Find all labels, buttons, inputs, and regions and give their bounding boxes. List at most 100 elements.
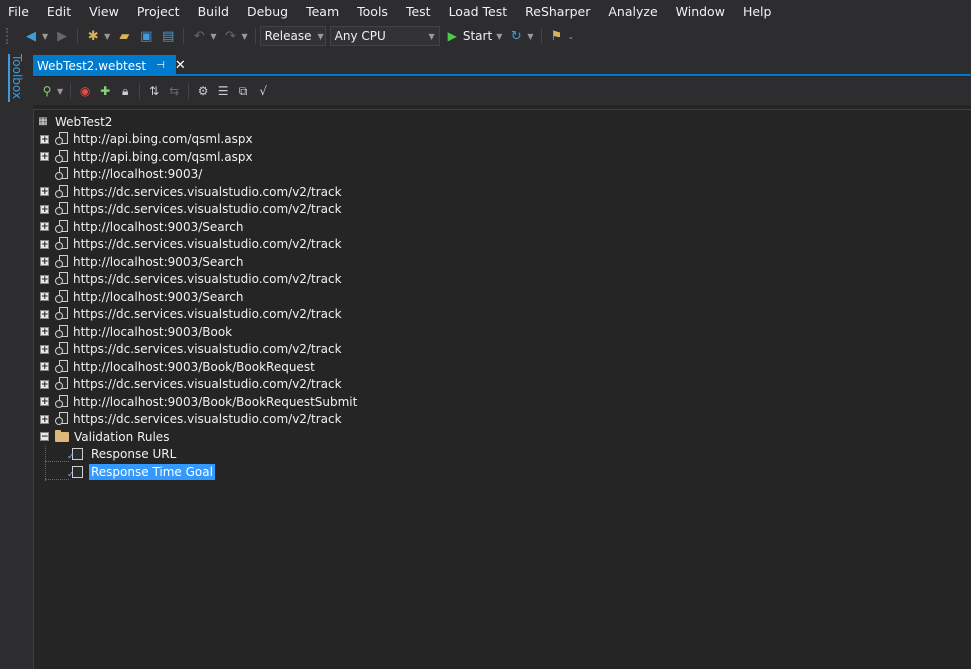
parameterize-servers-icon[interactable]: ⇅ [144, 81, 164, 101]
menu-load-test[interactable]: Load Test [440, 0, 517, 24]
menu-tools[interactable]: Tools [348, 0, 397, 24]
refresh-icon[interactable]: ↻ [505, 26, 527, 46]
chevron-down-icon[interactable]: ▼ [42, 32, 48, 41]
tree-row[interactable]: + http://localhost:9003/Book [34, 323, 357, 341]
close-icon[interactable]: ✕ [175, 58, 186, 73]
tree-row[interactable]: + https://dc.services.visualstudio.com/v2… [34, 236, 357, 254]
expand-icon[interactable]: + [40, 152, 49, 162]
web-request-icon [55, 167, 68, 181]
menu-build[interactable]: Build [189, 0, 238, 24]
web-request-icon [55, 359, 68, 374]
navigate-back-icon[interactable]: ◀ [20, 26, 42, 46]
toolbar-overflow-icon[interactable]: ⌄ [568, 32, 575, 41]
credentials-icon[interactable]: 🔒︎ [115, 81, 135, 101]
set-request-details-icon[interactable]: √ [253, 81, 273, 101]
tree-row[interactable]: + http://api.bing.com/qsml.aspx [34, 131, 357, 149]
add-data-source-icon[interactable]: ✚ [95, 81, 115, 101]
add-plugin-icon[interactable]: ⇆ [164, 81, 184, 101]
chevron-down-icon[interactable]: ▼ [241, 32, 247, 41]
tree-row[interactable]: + https://dc.services.visualstudio.com/v2… [34, 341, 357, 359]
validation-rule-label: Response Time Goal [89, 463, 215, 480]
tree-row[interactable]: http://localhost:9003/ [34, 166, 357, 184]
add-validation-rule-icon[interactable]: ⚙ [193, 81, 213, 101]
tree-row[interactable]: + https://dc.services.visualstudio.com/v2… [34, 183, 357, 201]
start-button[interactable]: ▶ Start [444, 29, 497, 43]
menu-window[interactable]: Window [667, 0, 734, 24]
add-extraction-rule-icon[interactable]: ☰ [213, 81, 233, 101]
new-project-icon[interactable]: ✱ [82, 26, 104, 46]
menu-team[interactable]: Team [297, 0, 348, 24]
pin-icon[interactable]: ⊣ [156, 60, 165, 71]
tree-row[interactable]: + https://dc.services.visualstudio.com/v2… [34, 201, 357, 219]
chevron-down-icon[interactable]: ▼ [527, 32, 533, 41]
undo-icon[interactable]: ↶ [188, 26, 210, 46]
expand-icon[interactable]: + [40, 309, 49, 319]
tree-root[interactable]: ▦ WebTest2 [36, 113, 112, 130]
menu-test[interactable]: Test [397, 0, 440, 24]
chevron-down-icon[interactable]: ▼ [104, 32, 110, 41]
expand-icon[interactable]: + [40, 344, 49, 354]
open-file-icon[interactable]: ▰ [113, 26, 135, 46]
find-in-files-icon[interactable]: ⚑ [546, 26, 568, 46]
record-icon[interactable]: ◉ [75, 81, 95, 101]
web-request-icon [55, 254, 68, 269]
validation-rule-response-time-goal[interactable]: Response Time Goal [34, 463, 357, 481]
expand-icon[interactable]: + [40, 187, 49, 197]
generate-code-icon[interactable]: ⧉ [233, 81, 253, 101]
redo-icon[interactable]: ↷ [219, 26, 241, 46]
navigate-forward-icon[interactable]: ▶ [51, 26, 73, 46]
save-all-icon[interactable]: ▤ [157, 26, 179, 46]
web-request-icon [55, 149, 68, 164]
add-recording-icon[interactable]: ⚲ [37, 81, 57, 101]
chevron-down-icon[interactable]: ▼ [496, 32, 502, 41]
expand-icon[interactable]: + [40, 362, 49, 372]
expand-icon[interactable]: + [40, 134, 49, 144]
menu-help[interactable]: Help [734, 0, 781, 24]
tree-row[interactable]: + http://localhost:9003/Search [34, 288, 357, 306]
menu-view[interactable]: View [80, 0, 128, 24]
validation-rules-folder[interactable]: − Validation Rules [34, 428, 357, 446]
tree-row[interactable]: + https://dc.services.visualstudio.com/v2… [34, 411, 357, 429]
solution-platform-select[interactable]: Any CPU ▼ [329, 26, 440, 46]
expand-icon[interactable]: + [40, 327, 49, 337]
validation-rule-response-url[interactable]: Response URL [34, 446, 357, 464]
tree-row[interactable]: + https://dc.services.visualstudio.com/v2… [34, 306, 357, 324]
tree-row[interactable]: + http://api.bing.com/qsml.aspx [34, 148, 357, 166]
expand-icon[interactable]: + [40, 257, 49, 267]
request-url: http://localhost:9003/ [73, 167, 203, 182]
expand-icon[interactable]: + [40, 274, 49, 284]
document-tab-title: WebTest2.webtest [37, 58, 147, 73]
tree-row[interactable]: + http://localhost:9003/Book/BookRequest [34, 358, 357, 376]
tree-row[interactable]: + https://dc.services.visualstudio.com/v2… [34, 376, 357, 394]
toolbar-grip[interactable] [6, 28, 14, 44]
chevron-down-icon[interactable]: ▼ [210, 32, 216, 41]
menu-file[interactable]: File [0, 0, 38, 24]
menu-resharper[interactable]: ReSharper [516, 0, 599, 24]
tree-row[interactable]: + https://dc.services.visualstudio.com/v2… [34, 271, 357, 289]
expand-icon[interactable]: + [40, 414, 49, 424]
expand-icon[interactable]: + [40, 292, 49, 302]
toolbar-separator [254, 28, 256, 44]
menu-debug[interactable]: Debug [238, 0, 297, 24]
menu-analyze[interactable]: Analyze [599, 0, 666, 24]
tree-row[interactable]: + http://localhost:9003/Search [34, 253, 357, 271]
expand-icon[interactable]: + [40, 397, 49, 407]
tree-row[interactable]: + http://localhost:9003/Book/BookRequestS… [34, 393, 357, 411]
solution-configuration-select[interactable]: Release ▼ [259, 26, 326, 46]
expand-icon[interactable]: + [40, 379, 49, 389]
web-request-icon [55, 184, 68, 199]
chevron-down-icon[interactable]: ▼ [57, 87, 63, 96]
web-request-icon [55, 412, 68, 426]
expand-icon[interactable]: + [40, 222, 49, 232]
menu-edit[interactable]: Edit [38, 0, 80, 24]
web-request-icon [55, 132, 68, 146]
save-icon[interactable]: ▣ [135, 26, 157, 46]
expand-icon[interactable]: + [40, 204, 49, 214]
collapse-icon[interactable]: − [40, 432, 49, 442]
menu-project[interactable]: Project [128, 0, 189, 24]
toolbox-tab-label[interactable]: Toolbox [10, 54, 24, 99]
tree-row[interactable]: + http://localhost:9003/Search [34, 218, 357, 236]
document-tab-webtest[interactable]: WebTest2.webtest ⊣ ✕ [33, 55, 186, 76]
expand-icon[interactable]: + [40, 239, 49, 249]
chevron-down-icon: ▼ [428, 31, 435, 41]
